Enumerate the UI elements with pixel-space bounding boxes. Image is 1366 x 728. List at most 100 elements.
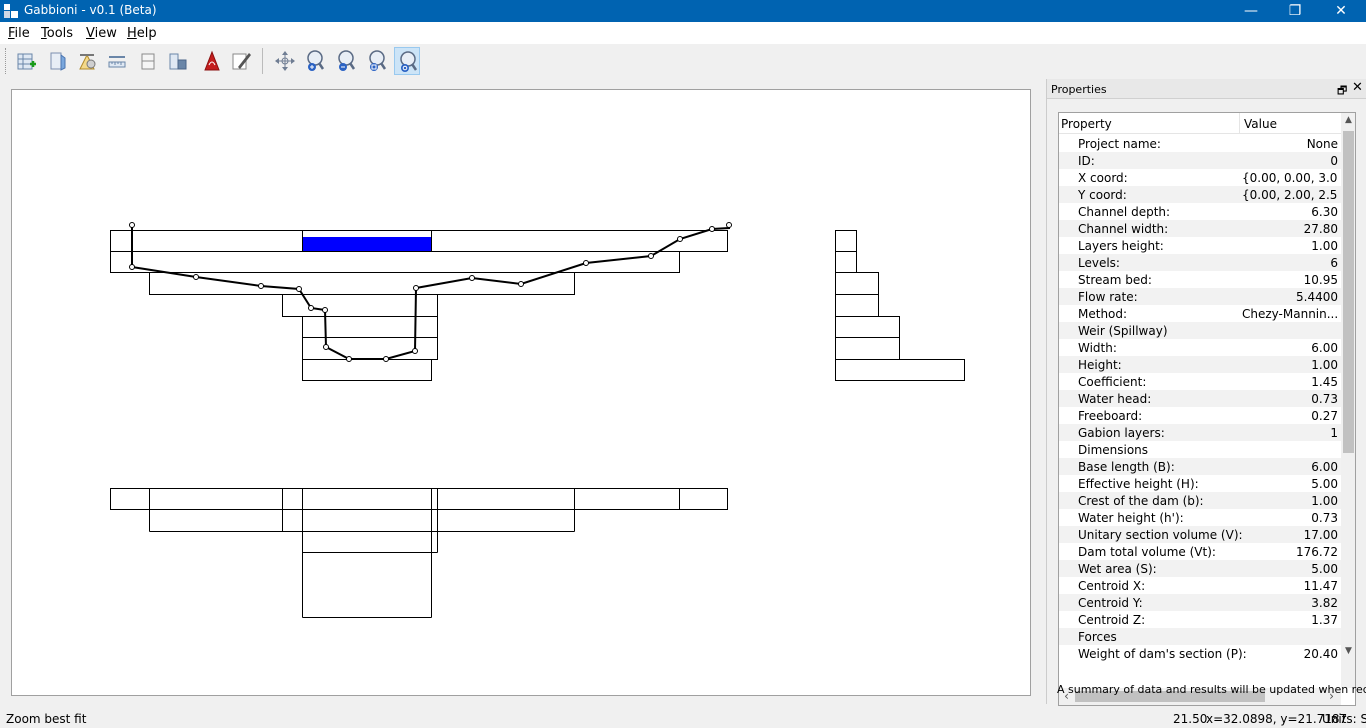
property-value[interactable]: 27.80: [1242, 222, 1338, 236]
table-row[interactable]: Dimensions: [1059, 441, 1341, 458]
zoom-in-icon[interactable]: [302, 47, 328, 75]
property-value[interactable]: 0.73: [1242, 511, 1338, 525]
table-row[interactable]: Unitary section volume (V): 17.00: [1059, 526, 1341, 543]
property-value[interactable]: 0.27: [1242, 409, 1338, 423]
menu-file[interactable]: File: [8, 26, 30, 41]
minimize-button[interactable]: —: [1228, 0, 1274, 22]
property-name: Layers height:: [1078, 239, 1164, 253]
property-value[interactable]: {0.00, 0.00, 3.00,...: [1242, 171, 1338, 185]
drawing-canvas[interactable]: [11, 89, 1031, 696]
table-row[interactable]: Flow rate: 5.4400: [1059, 288, 1341, 305]
property-value[interactable]: 1.45: [1242, 375, 1338, 389]
property-value[interactable]: 1.00: [1242, 358, 1338, 372]
table-row[interactable]: Width: 6.00: [1059, 339, 1341, 356]
scroll-up-icon[interactable]: ▲: [1341, 113, 1355, 128]
table-row[interactable]: Weir (Spillway): [1059, 322, 1341, 339]
table-row[interactable]: Levels: 6: [1059, 254, 1341, 271]
settings-icon[interactable]: [74, 47, 100, 75]
table-row[interactable]: Freeboard: 0.27: [1059, 407, 1341, 424]
table-row[interactable]: Stream bed: 10.95: [1059, 271, 1341, 288]
table-row[interactable]: Forces: [1059, 628, 1341, 645]
property-value[interactable]: 11.47: [1242, 579, 1338, 593]
status-message: Zoom best fit: [6, 712, 87, 726]
close-panel-icon[interactable]: ✕: [1352, 80, 1363, 95]
table-row[interactable]: Water head: 0.73: [1059, 390, 1341, 407]
table-row[interactable]: Gabion layers: 1: [1059, 424, 1341, 441]
table-row[interactable]: Wet area (S): 5.00: [1059, 560, 1341, 577]
property-value[interactable]: 1.00: [1242, 494, 1338, 508]
app-icon: [4, 4, 18, 18]
table-row[interactable]: Channel depth: 6.30: [1059, 203, 1341, 220]
table-row[interactable]: Weight of dam's section (P): 20.40: [1059, 645, 1341, 662]
table-row[interactable]: Centroid X: 11.47: [1059, 577, 1341, 594]
property-value[interactable]: {0.00, 2.00, 2.50,...: [1242, 188, 1338, 202]
property-value[interactable]: 5.00: [1242, 562, 1338, 576]
close-window-button[interactable]: ✕: [1318, 0, 1364, 22]
table-row[interactable]: Coefficient: 1.45: [1059, 373, 1341, 390]
property-value[interactable]: 6: [1242, 256, 1338, 270]
gabion-icon[interactable]: [165, 47, 191, 75]
measure-icon[interactable]: [104, 47, 130, 75]
table-row[interactable]: ID: 0: [1059, 152, 1341, 169]
table-row[interactable]: Height: 1.00: [1059, 356, 1341, 373]
menu-tools[interactable]: Tools: [41, 26, 73, 41]
table-row[interactable]: Method: Chezy-Mannin...: [1059, 305, 1341, 322]
zoom-best-fit-icon[interactable]: [394, 47, 420, 75]
property-name: Centroid Z:: [1078, 613, 1146, 627]
zoom-out-icon[interactable]: [333, 47, 359, 75]
table-row[interactable]: Dam total volume (Vt): 176.72: [1059, 543, 1341, 560]
maximize-button[interactable]: ❐: [1272, 0, 1318, 22]
vertical-scrollbar[interactable]: ▲ ▼: [1341, 113, 1355, 688]
property-value[interactable]: 5.00: [1242, 477, 1338, 491]
panel-header: Properties 🗗 ✕: [1047, 79, 1366, 99]
property-name: Method:: [1078, 307, 1128, 321]
spillway-water: [303, 237, 431, 251]
property-value[interactable]: 176.72: [1242, 545, 1338, 559]
property-name: Crest of the dam (b):: [1078, 494, 1204, 508]
property-value[interactable]: 6.00: [1242, 460, 1338, 474]
table-row[interactable]: Centroid Z: 1.37: [1059, 611, 1341, 628]
table-row[interactable]: Channel width: 27.80: [1059, 220, 1341, 237]
property-value[interactable]: 3.82: [1242, 596, 1338, 610]
table-row[interactable]: Water height (h'): 0.73: [1059, 509, 1341, 526]
property-value[interactable]: 1.37: [1242, 613, 1338, 627]
scroll-down-icon[interactable]: ▼: [1341, 644, 1355, 659]
table-row[interactable]: Y coord: {0.00, 2.00, 2.50,...: [1059, 186, 1341, 203]
column-header-value[interactable]: Value: [1244, 117, 1277, 131]
edit-icon[interactable]: [228, 47, 254, 75]
table-row[interactable]: X coord: {0.00, 0.00, 3.00,...: [1059, 169, 1341, 186]
property-value[interactable]: 1: [1242, 426, 1338, 440]
property-value[interactable]: 6.00: [1242, 341, 1338, 355]
property-value[interactable]: 0: [1242, 154, 1338, 168]
toolbar-grip[interactable]: [5, 48, 8, 74]
new-project-icon[interactable]: [13, 47, 39, 75]
property-value[interactable]: 5.4400: [1242, 290, 1338, 304]
zoom-window-icon[interactable]: [364, 47, 390, 75]
property-value[interactable]: 0.73: [1242, 392, 1338, 406]
property-value[interactable]: 17.00: [1242, 528, 1338, 542]
scroll-thumb[interactable]: [1343, 131, 1354, 453]
property-value[interactable]: 1.00: [1242, 239, 1338, 253]
table-row[interactable]: Project name: None: [1059, 135, 1341, 152]
menu-view[interactable]: View: [86, 26, 117, 41]
table-row[interactable]: Layers height: 1.00: [1059, 237, 1341, 254]
menu-help[interactable]: Help: [127, 26, 157, 41]
float-panel-icon[interactable]: 🗗: [1337, 82, 1347, 101]
properties-table[interactable]: Property Value Project name: None ID: 0 X co…: [1058, 112, 1356, 706]
import-icon[interactable]: [44, 47, 70, 75]
table-row[interactable]: Crest of the dam (b): 1.00: [1059, 492, 1341, 509]
table-row[interactable]: Base length (B): 6.00: [1059, 458, 1341, 475]
pan-icon[interactable]: [272, 47, 298, 75]
property-value[interactable]: 10.95: [1242, 273, 1338, 287]
property-value[interactable]: None: [1242, 137, 1338, 151]
table-row[interactable]: Centroid Y: 3.82: [1059, 594, 1341, 611]
property-value[interactable]: 20.40: [1242, 647, 1338, 661]
table-row[interactable]: Effective height (H): 5.00: [1059, 475, 1341, 492]
property-value[interactable]: Chezy-Mannin...: [1242, 307, 1338, 321]
pdf-report-icon[interactable]: [199, 47, 225, 75]
column-header-property[interactable]: Property: [1061, 117, 1112, 131]
dam-side-section: [835, 230, 965, 381]
property-value[interactable]: 6.30: [1242, 205, 1338, 219]
title-bar: Gabbioni - v0.1 (Beta) — ❐ ✕: [0, 0, 1366, 22]
layers-icon[interactable]: [135, 47, 161, 75]
